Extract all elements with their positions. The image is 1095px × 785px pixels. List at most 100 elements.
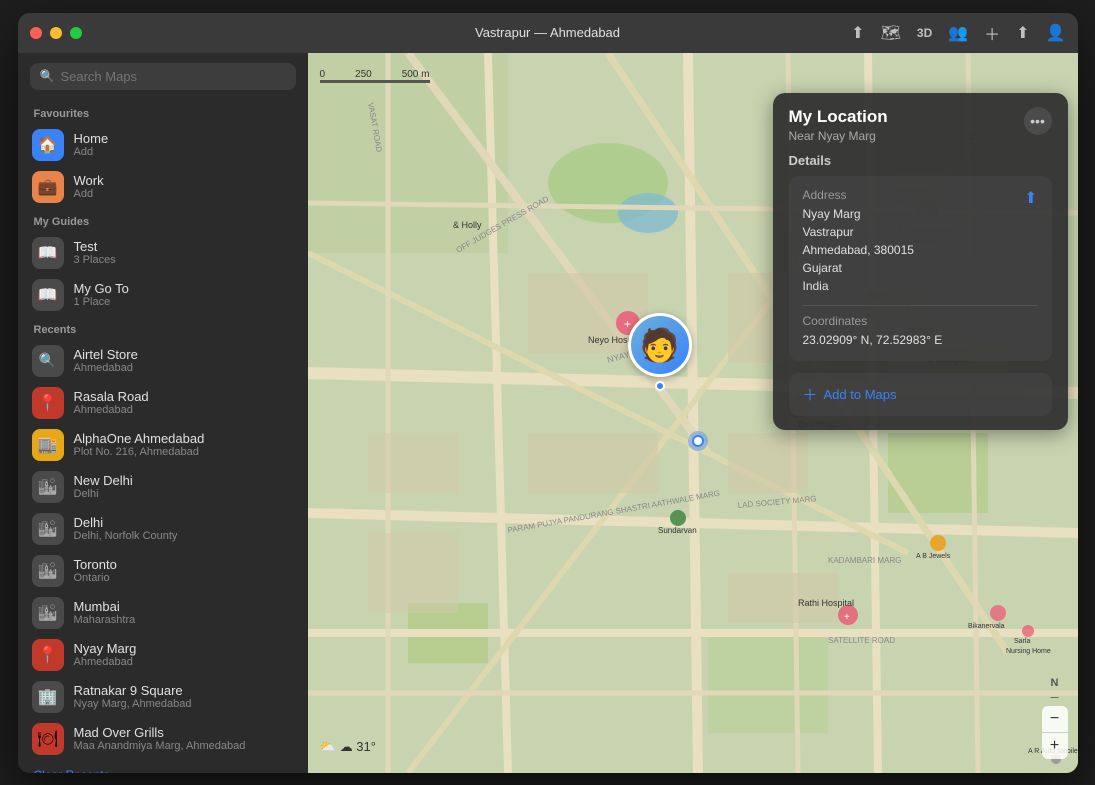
map-icon[interactable]: 🗺 [881, 23, 901, 43]
ratnakar-icon: 🏢 [32, 681, 64, 713]
coordinates-row: Coordinates 23.02909° N, 72.52983° E [803, 314, 1038, 349]
airtel-label: Airtel Store [74, 347, 138, 362]
person-icon[interactable]: 👥 [948, 23, 968, 43]
guides-header: My Guides [18, 208, 308, 232]
home-icon: 🏠 [32, 129, 64, 161]
favourites-header: Favourites [18, 100, 308, 124]
add-to-maps-label: Add to Maps [824, 387, 897, 402]
search-icon: 🔍 [40, 69, 55, 83]
location-title: My Location [789, 107, 888, 127]
svg-text:A B Jewels: A B Jewels [916, 553, 951, 560]
sidebar-item-alphaone[interactable]: 🏬 AlphaOne Ahmedabad Plot No. 216, Ahmed… [18, 424, 308, 466]
clear-recents-button[interactable]: Clear Recents [18, 760, 308, 773]
plus-icon[interactable]: ＋ [984, 21, 1000, 45]
sidebar-item-work[interactable]: 💼 Work Add [18, 166, 308, 208]
search-input[interactable] [60, 69, 285, 84]
sidebar-item-madover[interactable]: 🍽 Mad Over Grills Maa Anandmiya Marg, Ah… [18, 718, 308, 760]
app-window: Vastrapur — Ahmedabad ⬆ 🗺 3D 👥 ＋ ⬆ 👤 🔍 F… [18, 13, 1078, 773]
test-guide-icon: 📖 [32, 237, 64, 269]
address-value: Nyay Marg Vastrapur Ahmedabad, 380015 Gu… [803, 205, 914, 295]
alphaone-sub: Plot No. 216, Ahmedabad [74, 446, 205, 458]
work-icon: 💼 [32, 171, 64, 203]
svg-text:Bikanervala: Bikanervala [968, 623, 1005, 630]
zoom-controls: − + [1042, 706, 1068, 759]
sidebar-item-rasala[interactable]: 📍 Rasala Road Ahmedabad [18, 382, 308, 424]
sidebar-item-test[interactable]: 📖 Test 3 Places [18, 232, 308, 274]
close-button[interactable] [30, 27, 42, 39]
avatar-location-dot [655, 381, 665, 391]
minimize-button[interactable] [50, 27, 62, 39]
sidebar-item-mygoto[interactable]: 📖 My Go To 1 Place [18, 274, 308, 316]
zoom-out-button[interactable]: − [1042, 706, 1068, 732]
mumbai-icon: 🏙 [32, 597, 64, 629]
svg-text:Sundarvan: Sundarvan [658, 526, 697, 535]
3d-icon[interactable]: 3D [917, 26, 932, 40]
compass-label: N [1051, 677, 1059, 689]
sidebar-item-newdelhi[interactable]: 🏙 New Delhi Delhi [18, 466, 308, 508]
svg-text:SATELLITE ROAD: SATELLITE ROAD [828, 636, 895, 645]
zoom-in-button[interactable]: + [1042, 733, 1068, 759]
airtel-icon: 🔍 [32, 345, 64, 377]
rasala-sub: Ahmedabad [74, 404, 149, 416]
sidebar-item-ratnakar[interactable]: 🏢 Ratnakar 9 Square Nyay Marg, Ahmedabad [18, 676, 308, 718]
svg-text:+: + [844, 612, 850, 623]
address-share-icon[interactable]: ⬆ [1024, 188, 1037, 208]
svg-text:Nursing Home: Nursing Home [1006, 648, 1051, 655]
ratnakar-sub: Nyay Marg, Ahmedabad [74, 698, 192, 710]
scale-500: 500 m [402, 69, 430, 80]
svg-text:KADAMBARI MARG: KADAMBARI MARG [828, 556, 901, 565]
toolbar-right: ⬆ 🗺 3D 👥 ＋ ⬆ 👤 [851, 21, 1065, 45]
airtel-sub: Ahmedabad [74, 362, 138, 374]
madover-icon: 🍽 [32, 723, 64, 755]
add-icon: ＋ [803, 384, 818, 405]
main-content: 🔍 Favourites 🏠 Home Add 💼 Work Add [18, 53, 1078, 773]
add-to-maps-button[interactable]: ＋ Add to Maps [789, 373, 1052, 416]
work-label: Work [74, 173, 104, 188]
maximize-button[interactable] [70, 27, 82, 39]
map-controls: N — − + [1042, 677, 1068, 759]
weather-badge: ⛅ ☁ 31° [320, 739, 376, 755]
home-label: Home [74, 131, 109, 146]
sidebar-item-toronto[interactable]: 🏙 Toronto Ontario [18, 550, 308, 592]
location-card: My Location Near Nyay Marg ••• Details A… [773, 93, 1068, 430]
scale-0: 0 [320, 69, 326, 80]
map-area[interactable]: NYAY MARG OFF JUDGES PRESS ROAD LAD SOCI… [308, 53, 1078, 773]
mumbai-sub: Maharashtra [74, 614, 136, 626]
more-options-button[interactable]: ••• [1024, 107, 1052, 135]
newdelhi-label: New Delhi [74, 473, 133, 488]
account-icon[interactable]: 👤 [1046, 23, 1066, 43]
compass-n: — [1051, 693, 1059, 702]
svg-text:Sarla: Sarla [1014, 638, 1030, 645]
toronto-icon: 🏙 [32, 555, 64, 587]
nyaymarg-icon: 📍 [32, 639, 64, 671]
details-section: Details Address Nyay Marg Vastrapur Ahme… [773, 153, 1068, 373]
madover-label: Mad Over Grills [74, 725, 246, 740]
newdelhi-icon: 🏙 [32, 471, 64, 503]
newdelhi-sub: Delhi [74, 488, 133, 500]
scale-bar: 0 250 500 m [320, 69, 430, 83]
share-icon[interactable]: ⬆ [1016, 23, 1029, 43]
sidebar-item-delhi[interactable]: 🏙 Delhi Delhi, Norfolk County [18, 508, 308, 550]
nyaymarg-label: Nyay Marg [74, 641, 137, 656]
search-bar[interactable]: 🔍 [30, 63, 296, 90]
test-guide-label: Test [74, 239, 116, 254]
mygoto-sub: 1 Place [74, 296, 129, 308]
location-arrow-icon[interactable]: ⬆ [851, 23, 864, 43]
coordinates-label: Coordinates [803, 314, 943, 328]
location-subtitle: Near Nyay Marg [789, 129, 888, 143]
rasala-icon: 📍 [32, 387, 64, 419]
alphaone-icon: 🏬 [32, 429, 64, 461]
recents-header: Recents [18, 316, 308, 340]
home-sub: Add [74, 146, 109, 158]
sidebar-item-airtel[interactable]: 🔍 Airtel Store Ahmedabad [18, 340, 308, 382]
alphaone-label: AlphaOne Ahmedabad [74, 431, 205, 446]
sidebar-item-nyaymarg[interactable]: 📍 Nyay Marg Ahmedabad [18, 634, 308, 676]
svg-text:& Holly: & Holly [453, 220, 482, 230]
sidebar-item-home[interactable]: 🏠 Home Add [18, 124, 308, 166]
title-bar: Vastrapur — Ahmedabad ⬆ 🗺 3D 👥 ＋ ⬆ 👤 [18, 13, 1078, 53]
mygoto-label: My Go To [74, 281, 129, 296]
scale-line [320, 80, 430, 83]
sidebar-item-mumbai[interactable]: 🏙 Mumbai Maharashtra [18, 592, 308, 634]
test-guide-sub: 3 Places [74, 254, 116, 266]
ratnakar-label: Ratnakar 9 Square [74, 683, 192, 698]
